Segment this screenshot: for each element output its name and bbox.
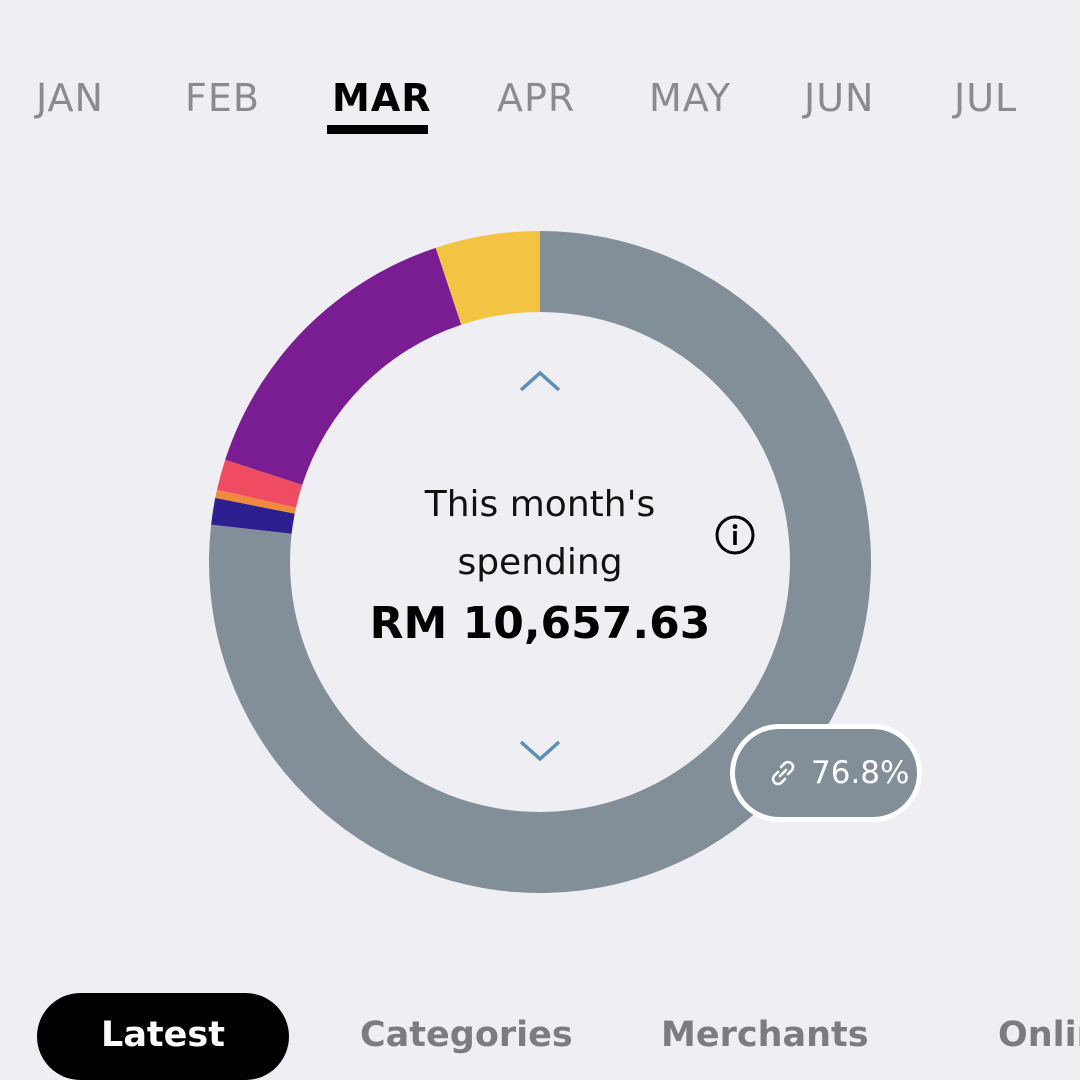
segment-percentage: 76.8% bbox=[811, 755, 910, 791]
view-tabs: Latest Categories Merchants Online bbox=[0, 990, 1080, 1080]
chevron-up-icon[interactable] bbox=[519, 370, 561, 394]
spending-amount: RM 10,657.63 bbox=[369, 598, 711, 649]
spending-title: This month's spending bbox=[424, 484, 656, 583]
tab-online[interactable]: Online bbox=[998, 990, 1080, 1080]
info-icon[interactable] bbox=[714, 514, 756, 556]
donut-slice-4[interactable] bbox=[225, 247, 462, 485]
tab-categories[interactable]: Categories bbox=[360, 990, 573, 1080]
chevron-down-icon[interactable] bbox=[519, 738, 561, 762]
link-icon bbox=[771, 760, 795, 786]
tab-latest[interactable]: Latest bbox=[37, 993, 289, 1080]
segment-percentage-pill[interactable]: 76.8% bbox=[730, 724, 922, 822]
tab-merchants[interactable]: Merchants bbox=[661, 990, 869, 1080]
